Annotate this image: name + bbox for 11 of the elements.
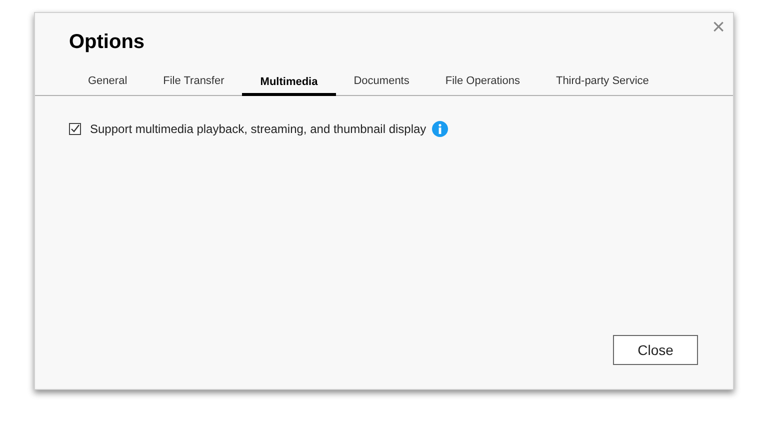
checkbox[interactable]: [69, 122, 81, 134]
info-icon[interactable]: [432, 120, 448, 136]
tab[interactable]: File Transfer: [145, 73, 242, 94]
close-button[interactable]: Close: [613, 335, 698, 365]
option-label: Support multimedia playback, streaming, and thumbnail display: [90, 120, 426, 138]
dialog-title: Options: [69, 30, 145, 55]
tab[interactable]: General: [70, 73, 146, 94]
tab[interactable]: Documents: [336, 73, 428, 94]
tab[interactable]: Multimedia: [242, 73, 336, 96]
tab[interactable]: Third-party Service: [538, 73, 667, 94]
tab[interactable]: File Operations: [427, 73, 538, 94]
